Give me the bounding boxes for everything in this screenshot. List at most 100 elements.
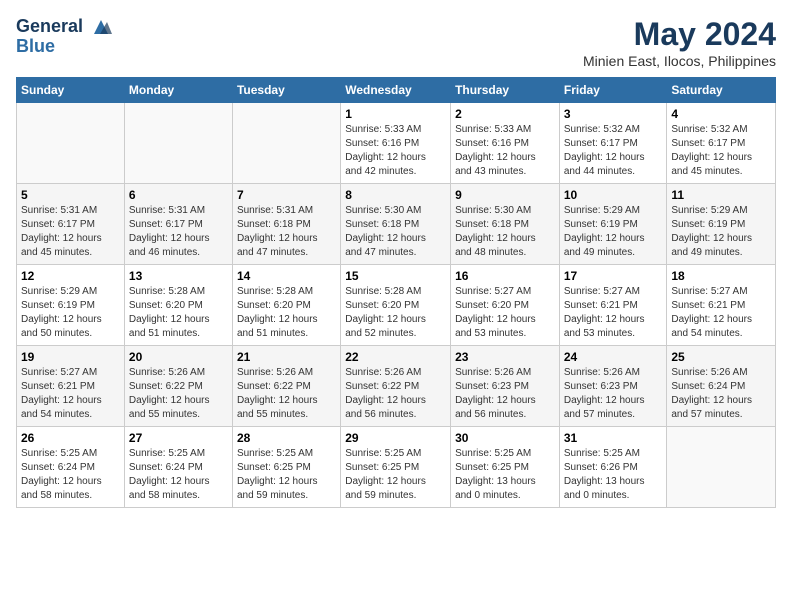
day-number: 24	[564, 350, 663, 364]
calendar-cell: 16 Sunrise: 5:27 AMSunset: 6:20 PMDayligh…	[451, 265, 560, 346]
day-info: Sunrise: 5:30 AMSunset: 6:18 PMDaylight:…	[345, 204, 446, 260]
calendar-cell: 31 Sunrise: 5:25 AMSunset: 6:26 PMDayligh…	[559, 427, 667, 508]
day-info: Sunrise: 5:29 AMSunset: 6:19 PMDaylight:…	[21, 285, 120, 341]
day-info: Sunrise: 5:28 AMSunset: 6:20 PMDaylight:…	[129, 285, 228, 341]
logo-text: General	[16, 16, 112, 38]
day-info: Sunrise: 5:27 AMSunset: 6:21 PMDaylight:…	[671, 285, 771, 341]
day-number: 16	[455, 269, 555, 283]
weekday-saturday: Saturday	[667, 78, 776, 103]
weekday-monday: Monday	[124, 78, 232, 103]
day-number: 22	[345, 350, 446, 364]
day-number: 18	[671, 269, 771, 283]
day-info: Sunrise: 5:32 AMSunset: 6:17 PMDaylight:…	[564, 123, 663, 179]
day-number: 5	[21, 188, 120, 202]
day-number: 15	[345, 269, 446, 283]
day-number: 7	[237, 188, 336, 202]
calendar-cell: 1Sunrise: 5:33 AMSunset: 6:16 PMDaylight…	[341, 103, 451, 184]
day-info: Sunrise: 5:33 AMSunset: 6:16 PMDaylight:…	[455, 123, 555, 179]
week-row-2: 5 Sunrise: 5:31 AMSunset: 6:17 PMDaylight…	[17, 184, 776, 265]
week-row-4: 19 Sunrise: 5:27 AMSunset: 6:21 PMDayligh…	[17, 346, 776, 427]
day-number: 21	[237, 350, 336, 364]
logo: General Blue	[16, 16, 112, 57]
day-number: 4	[671, 107, 771, 121]
calendar-cell: 14 Sunrise: 5:28 AMSunset: 6:20 PMDayligh…	[232, 265, 340, 346]
day-info: Sunrise: 5:26 AMSunset: 6:23 PMDaylight:…	[455, 366, 555, 422]
day-number: 11	[671, 188, 771, 202]
day-info: Sunrise: 5:32 AMSunset: 6:17 PMDaylight:…	[671, 123, 771, 179]
calendar-cell: 4 Sunrise: 5:32 AMSunset: 6:17 PMDaylight…	[667, 103, 776, 184]
day-number: 26	[21, 431, 120, 445]
day-number: 3	[564, 107, 663, 121]
calendar-cell: 5 Sunrise: 5:31 AMSunset: 6:17 PMDaylight…	[17, 184, 125, 265]
title-area: May 2024 Minien East, Ilocos, Philippine…	[583, 16, 776, 69]
day-number: 9	[455, 188, 555, 202]
calendar-cell	[17, 103, 125, 184]
weekday-wednesday: Wednesday	[341, 78, 451, 103]
calendar-cell: 25Sunrise: 5:26 AMSunset: 6:24 PMDayligh…	[667, 346, 776, 427]
calendar-cell: 28 Sunrise: 5:25 AMSunset: 6:25 PMDayligh…	[232, 427, 340, 508]
calendar-cell: 21 Sunrise: 5:26 AMSunset: 6:22 PMDayligh…	[232, 346, 340, 427]
day-number: 31	[564, 431, 663, 445]
weekday-thursday: Thursday	[451, 78, 560, 103]
day-number: 25	[671, 350, 771, 364]
day-info: Sunrise: 5:29 AMSunset: 6:19 PMDaylight:…	[564, 204, 663, 260]
day-info: Sunrise: 5:29 AMSunset: 6:19 PMDaylight:…	[671, 204, 771, 260]
calendar-cell	[667, 427, 776, 508]
day-info: Sunrise: 5:26 AMSunset: 6:23 PMDaylight:…	[564, 366, 663, 422]
day-number: 20	[129, 350, 228, 364]
calendar-cell: 24 Sunrise: 5:26 AMSunset: 6:23 PMDayligh…	[559, 346, 667, 427]
calendar-cell: 13 Sunrise: 5:28 AMSunset: 6:20 PMDayligh…	[124, 265, 232, 346]
day-number: 30	[455, 431, 555, 445]
day-number: 10	[564, 188, 663, 202]
calendar-body: 1Sunrise: 5:33 AMSunset: 6:16 PMDaylight…	[17, 103, 776, 508]
calendar-cell: 15 Sunrise: 5:28 AMSunset: 6:20 PMDayligh…	[341, 265, 451, 346]
week-row-1: 1Sunrise: 5:33 AMSunset: 6:16 PMDaylight…	[17, 103, 776, 184]
calendar-cell: 27Sunrise: 5:25 AMSunset: 6:24 PMDayligh…	[124, 427, 232, 508]
calendar-cell: 26Sunrise: 5:25 AMSunset: 6:24 PMDayligh…	[17, 427, 125, 508]
calendar-cell: 11 Sunrise: 5:29 AMSunset: 6:19 PMDayligh…	[667, 184, 776, 265]
calendar-cell: 30Sunrise: 5:25 AMSunset: 6:25 PMDayligh…	[451, 427, 560, 508]
day-number: 2	[455, 107, 555, 121]
calendar-cell: 29Sunrise: 5:25 AMSunset: 6:25 PMDayligh…	[341, 427, 451, 508]
calendar-cell: 8Sunrise: 5:30 AMSunset: 6:18 PMDaylight…	[341, 184, 451, 265]
calendar-cell: 22 Sunrise: 5:26 AMSunset: 6:22 PMDayligh…	[341, 346, 451, 427]
location: Minien East, Ilocos, Philippines	[583, 53, 776, 69]
logo-blue: Blue	[16, 36, 112, 57]
day-number: 12	[21, 269, 120, 283]
day-number: 13	[129, 269, 228, 283]
day-info: Sunrise: 5:26 AMSunset: 6:22 PMDaylight:…	[237, 366, 336, 422]
day-info: Sunrise: 5:25 AMSunset: 6:25 PMDaylight:…	[345, 447, 446, 503]
day-info: Sunrise: 5:30 AMSunset: 6:18 PMDaylight:…	[455, 204, 555, 260]
calendar-cell: 3 Sunrise: 5:32 AMSunset: 6:17 PMDaylight…	[559, 103, 667, 184]
day-info: Sunrise: 5:25 AMSunset: 6:26 PMDaylight:…	[564, 447, 663, 503]
calendar-cell: 20 Sunrise: 5:26 AMSunset: 6:22 PMDayligh…	[124, 346, 232, 427]
day-info: Sunrise: 5:28 AMSunset: 6:20 PMDaylight:…	[345, 285, 446, 341]
weekday-sunday: Sunday	[17, 78, 125, 103]
day-info: Sunrise: 5:27 AMSunset: 6:21 PMDaylight:…	[564, 285, 663, 341]
day-info: Sunrise: 5:33 AMSunset: 6:16 PMDaylight:…	[345, 123, 446, 179]
day-info: Sunrise: 5:27 AMSunset: 6:20 PMDaylight:…	[455, 285, 555, 341]
calendar-cell: 7 Sunrise: 5:31 AMSunset: 6:18 PMDaylight…	[232, 184, 340, 265]
weekday-tuesday: Tuesday	[232, 78, 340, 103]
month-title: May 2024	[583, 16, 776, 53]
day-number: 28	[237, 431, 336, 445]
day-info: Sunrise: 5:28 AMSunset: 6:20 PMDaylight:…	[237, 285, 336, 341]
calendar-table: SundayMondayTuesdayWednesdayThursdayFrid…	[16, 77, 776, 508]
week-row-5: 26Sunrise: 5:25 AMSunset: 6:24 PMDayligh…	[17, 427, 776, 508]
day-info: Sunrise: 5:31 AMSunset: 6:18 PMDaylight:…	[237, 204, 336, 260]
calendar-cell: 12 Sunrise: 5:29 AMSunset: 6:19 PMDayligh…	[17, 265, 125, 346]
day-info: Sunrise: 5:26 AMSunset: 6:22 PMDaylight:…	[345, 366, 446, 422]
day-info: Sunrise: 5:25 AMSunset: 6:25 PMDaylight:…	[237, 447, 336, 503]
calendar-cell: 6Sunrise: 5:31 AMSunset: 6:17 PMDaylight…	[124, 184, 232, 265]
day-info: Sunrise: 5:31 AMSunset: 6:17 PMDaylight:…	[21, 204, 120, 260]
day-info: Sunrise: 5:26 AMSunset: 6:22 PMDaylight:…	[129, 366, 228, 422]
day-number: 17	[564, 269, 663, 283]
week-row-3: 12 Sunrise: 5:29 AMSunset: 6:19 PMDayligh…	[17, 265, 776, 346]
day-number: 19	[21, 350, 120, 364]
calendar-cell: 17 Sunrise: 5:27 AMSunset: 6:21 PMDayligh…	[559, 265, 667, 346]
day-number: 23	[455, 350, 555, 364]
day-info: Sunrise: 5:27 AMSunset: 6:21 PMDaylight:…	[21, 366, 120, 422]
day-number: 14	[237, 269, 336, 283]
calendar-cell	[124, 103, 232, 184]
day-number: 6	[129, 188, 228, 202]
